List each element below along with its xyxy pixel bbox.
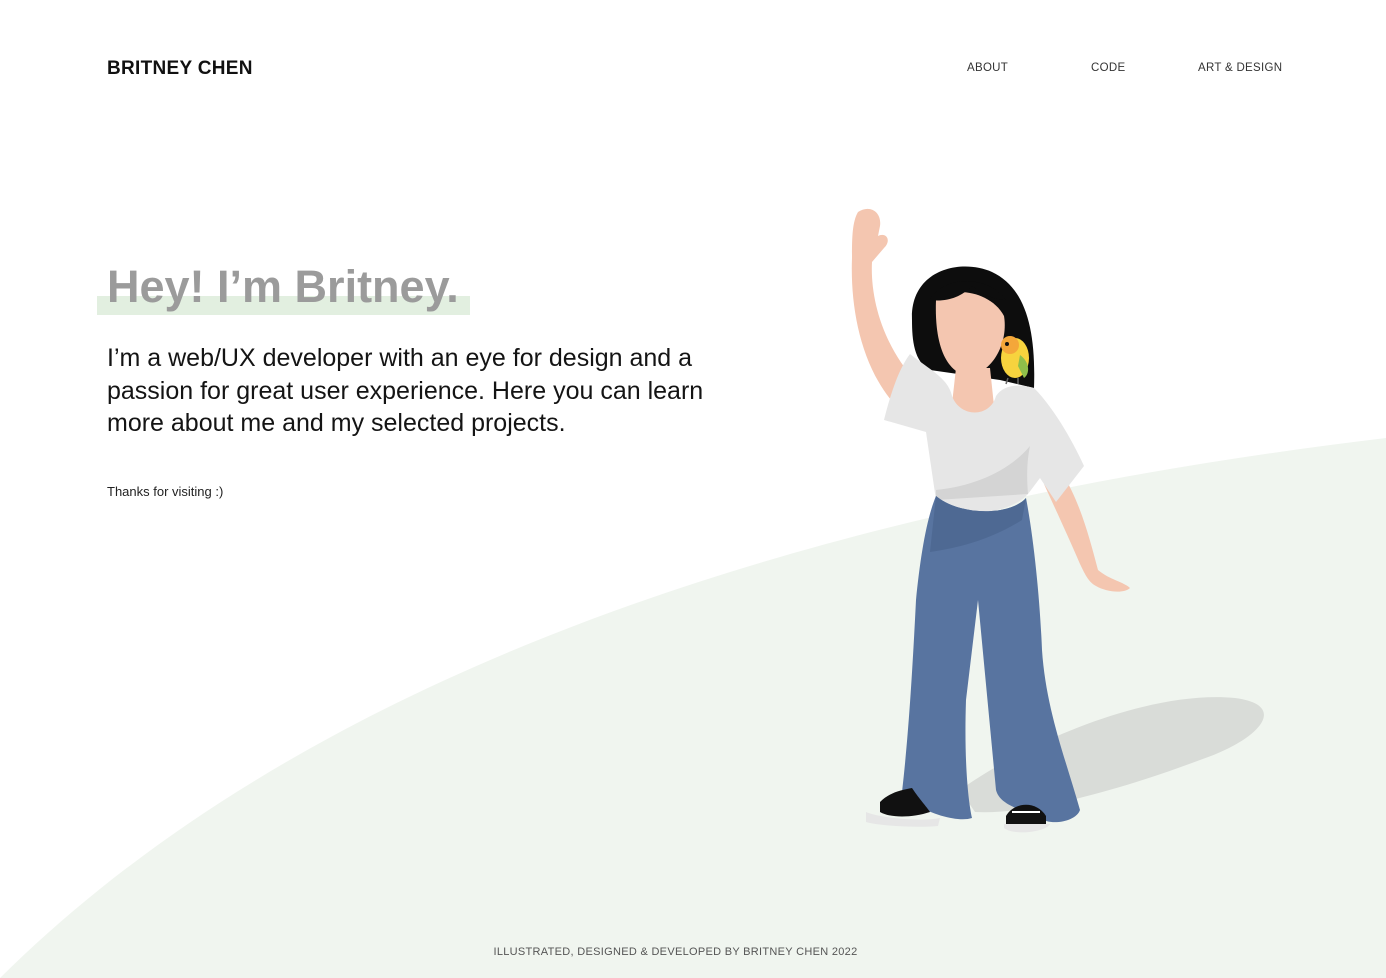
hero-title: Hey! I’m Britney. [107,261,459,312]
hero-section: Hey! I’m Britney. I’m a web/UX developer… [97,258,727,499]
hero-intro: I’m a web/UX developer with an eye for d… [107,344,704,437]
site-footer: ILLUSTRATED, DESIGNED & DEVELOPED BY BRI… [0,942,1386,960]
footer-credit: ILLUSTRATED, DESIGNED & DEVELOPED BY BRI… [493,946,858,958]
nav-link-code[interactable]: CODE [1091,62,1125,74]
main-nav: ABOUT CODE ART & DESIGN [0,62,1386,82]
hero-thanks: Thanks for visiting :) [107,483,224,499]
nav-link-art-design[interactable]: ART & DESIGN [1198,62,1282,74]
nav-link-about[interactable]: ABOUT [967,62,1008,74]
hero-title-wrap: Hey! I’m Britney. [97,258,470,316]
site-header: BRITNEY CHEN ABOUT CODE ART & DESIGN [0,0,1386,140]
